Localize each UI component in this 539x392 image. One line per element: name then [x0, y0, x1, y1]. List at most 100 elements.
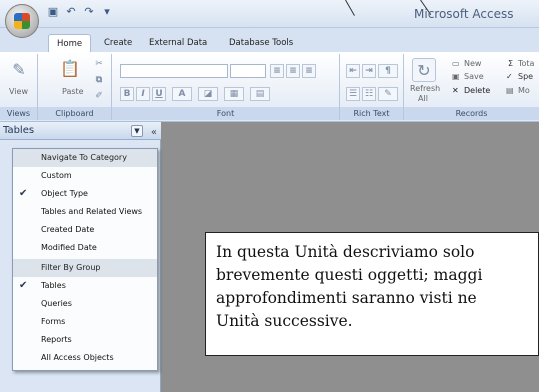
- refresh-button[interactable]: Refresh: [410, 84, 440, 93]
- tab-home[interactable]: Home: [48, 34, 92, 52]
- view-icon[interactable]: ✎: [7, 58, 31, 82]
- nav-pane-header[interactable]: Tables ▼ «: [0, 122, 161, 140]
- gridlines-icon[interactable]: ▦: [224, 87, 244, 101]
- menu-item-tables[interactable]: ✔ Tables: [13, 277, 157, 295]
- nav-category-menu: Navigate To Category Custom ✔ Object Type…: [12, 148, 158, 371]
- menu-label: Filter By Group: [41, 263, 101, 272]
- fill-color-icon[interactable]: ◪: [198, 87, 218, 101]
- menu-item-reports[interactable]: Reports: [13, 331, 157, 349]
- menu-label: Navigate To Category: [41, 153, 127, 162]
- font-name-combo[interactable]: [120, 64, 228, 78]
- spelling-button[interactable]: Spe: [518, 72, 533, 81]
- paragraph-icon[interactable]: ¶: [378, 64, 398, 78]
- bold-button[interactable]: B: [120, 87, 134, 101]
- callout-line: Unità successive.: [216, 312, 353, 330]
- group-clipboard: 📋 Paste ✂ ⧉ ✐ Clipboard: [38, 54, 112, 120]
- menu-label: Tables and Related Views: [41, 207, 143, 216]
- save-record-icon: ▣: [452, 72, 460, 81]
- cut-icon[interactable]: ✂: [92, 58, 106, 72]
- highlight-icon[interactable]: ✎: [378, 87, 398, 101]
- menu-label: Tables: [41, 281, 66, 290]
- refresh-sub-label: All: [418, 94, 428, 103]
- group-label-records: Records: [404, 107, 539, 120]
- title-bar: ▣ ↶ ↷ ▾ Microsoft Access: [0, 0, 539, 28]
- menu-label: Custom: [41, 171, 72, 180]
- tab-database-tools[interactable]: Database Tools: [221, 34, 301, 52]
- align-center-icon[interactable]: ≡: [286, 64, 300, 78]
- collapse-icon[interactable]: «: [151, 124, 157, 142]
- menu-item-object-type[interactable]: ✔ Object Type: [13, 185, 157, 203]
- office-button[interactable]: [5, 4, 39, 38]
- totals-icon: Σ: [508, 59, 514, 68]
- alt-fill-icon[interactable]: ▤: [250, 87, 270, 101]
- group-label-font: Font: [112, 107, 339, 120]
- menu-header-filter: Filter By Group: [13, 259, 157, 277]
- group-font: ≡ ≡ ≡ B I U A ◪ ▦ ▤ Font: [112, 54, 340, 120]
- callout-line: approfondimenti saranno visti ne: [216, 289, 477, 307]
- delete-icon: ✕: [452, 86, 459, 95]
- new-record-button[interactable]: New: [464, 59, 481, 68]
- office-logo-icon: [14, 13, 30, 29]
- customize-icon[interactable]: ▾: [100, 5, 114, 19]
- tab-create[interactable]: Create: [96, 34, 140, 52]
- numbering-icon[interactable]: ☷: [362, 87, 376, 101]
- save-icon[interactable]: ▣: [46, 5, 60, 19]
- view-button[interactable]: View: [9, 87, 28, 96]
- menu-item-modified-date[interactable]: Modified Date: [13, 239, 157, 257]
- redo-icon[interactable]: ↷: [82, 5, 96, 19]
- quick-access-toolbar: ▣ ↶ ↷ ▾: [46, 5, 114, 19]
- delete-record-button[interactable]: Delete: [464, 86, 490, 95]
- menu-label: Modified Date: [41, 243, 97, 252]
- tab-external-data[interactable]: External Data: [141, 34, 215, 52]
- group-label-clipboard: Clipboard: [38, 107, 111, 120]
- bullets-icon[interactable]: ☰: [346, 87, 360, 101]
- check-icon: ✔: [19, 188, 28, 199]
- more-icon: ▤: [506, 86, 514, 95]
- refresh-icon[interactable]: ↻: [412, 58, 436, 82]
- align-left-icon[interactable]: ≡: [270, 64, 284, 78]
- font-size-combo[interactable]: [230, 64, 266, 78]
- callout-line: brevemente questi oggetti; maggi: [216, 266, 483, 284]
- chevron-down-icon[interactable]: ▼: [131, 125, 143, 137]
- totals-button[interactable]: Tota: [518, 59, 534, 68]
- menu-item-tables-related-views[interactable]: Tables and Related Views: [13, 203, 157, 221]
- menu-item-custom[interactable]: Custom: [13, 167, 157, 185]
- paste-button[interactable]: Paste: [62, 87, 84, 96]
- undo-icon[interactable]: ↶: [64, 5, 78, 19]
- menu-header-navigate: Navigate To Category: [13, 149, 157, 167]
- paste-icon[interactable]: 📋: [58, 57, 82, 81]
- menu-item-created-date[interactable]: Created Date: [13, 221, 157, 239]
- app-title: Microsoft Access: [414, 7, 514, 21]
- menu-item-all-objects[interactable]: All Access Objects: [13, 349, 157, 367]
- check-icon: ✔: [19, 280, 28, 291]
- menu-label: Forms: [41, 317, 66, 326]
- spelling-icon: ✓: [506, 72, 513, 81]
- save-record-button[interactable]: Save: [464, 72, 484, 81]
- menu-label: Reports: [41, 335, 72, 344]
- new-icon: ▭: [452, 59, 460, 68]
- nav-pane-title: Tables: [3, 125, 35, 136]
- menu-item-queries[interactable]: Queries: [13, 295, 157, 313]
- copy-icon[interactable]: ⧉: [92, 74, 106, 88]
- menu-label: Object Type: [41, 189, 88, 198]
- annotation-line: [345, 0, 355, 16]
- italic-button[interactable]: I: [136, 87, 150, 101]
- group-views: ✎ View Views: [0, 54, 38, 120]
- align-right-icon[interactable]: ≡: [302, 64, 316, 78]
- ribbon: ✎ View Views 📋 Paste ✂ ⧉ ✐ Clipboard ≡ ≡…: [0, 52, 539, 122]
- menu-item-forms[interactable]: Forms: [13, 313, 157, 331]
- group-records: ↻ Refresh All ▭ New ▣ Save ✕ Delete Σ To…: [404, 54, 539, 120]
- format-painter-icon[interactable]: ✐: [92, 90, 106, 104]
- increase-indent-icon[interactable]: ⇥: [362, 64, 376, 78]
- decrease-indent-icon[interactable]: ⇤: [346, 64, 360, 78]
- more-button[interactable]: Mo: [518, 86, 530, 95]
- callout-line: In questa Unità descriviamo solo: [216, 243, 475, 261]
- font-color-button[interactable]: A: [172, 87, 192, 101]
- ribbon-tabs: Home Create External Data Database Tools: [0, 28, 539, 52]
- underline-button[interactable]: U: [152, 87, 166, 101]
- menu-label: Created Date: [41, 225, 95, 234]
- menu-label: All Access Objects: [41, 353, 114, 362]
- group-rich-text: ⇤ ⇥ ¶ ☰ ☷ ✎ Rich Text: [340, 54, 404, 120]
- callout-textbox: In questa Unità descriviamo solo breveme…: [205, 232, 539, 356]
- group-label-rich-text: Rich Text: [340, 107, 403, 120]
